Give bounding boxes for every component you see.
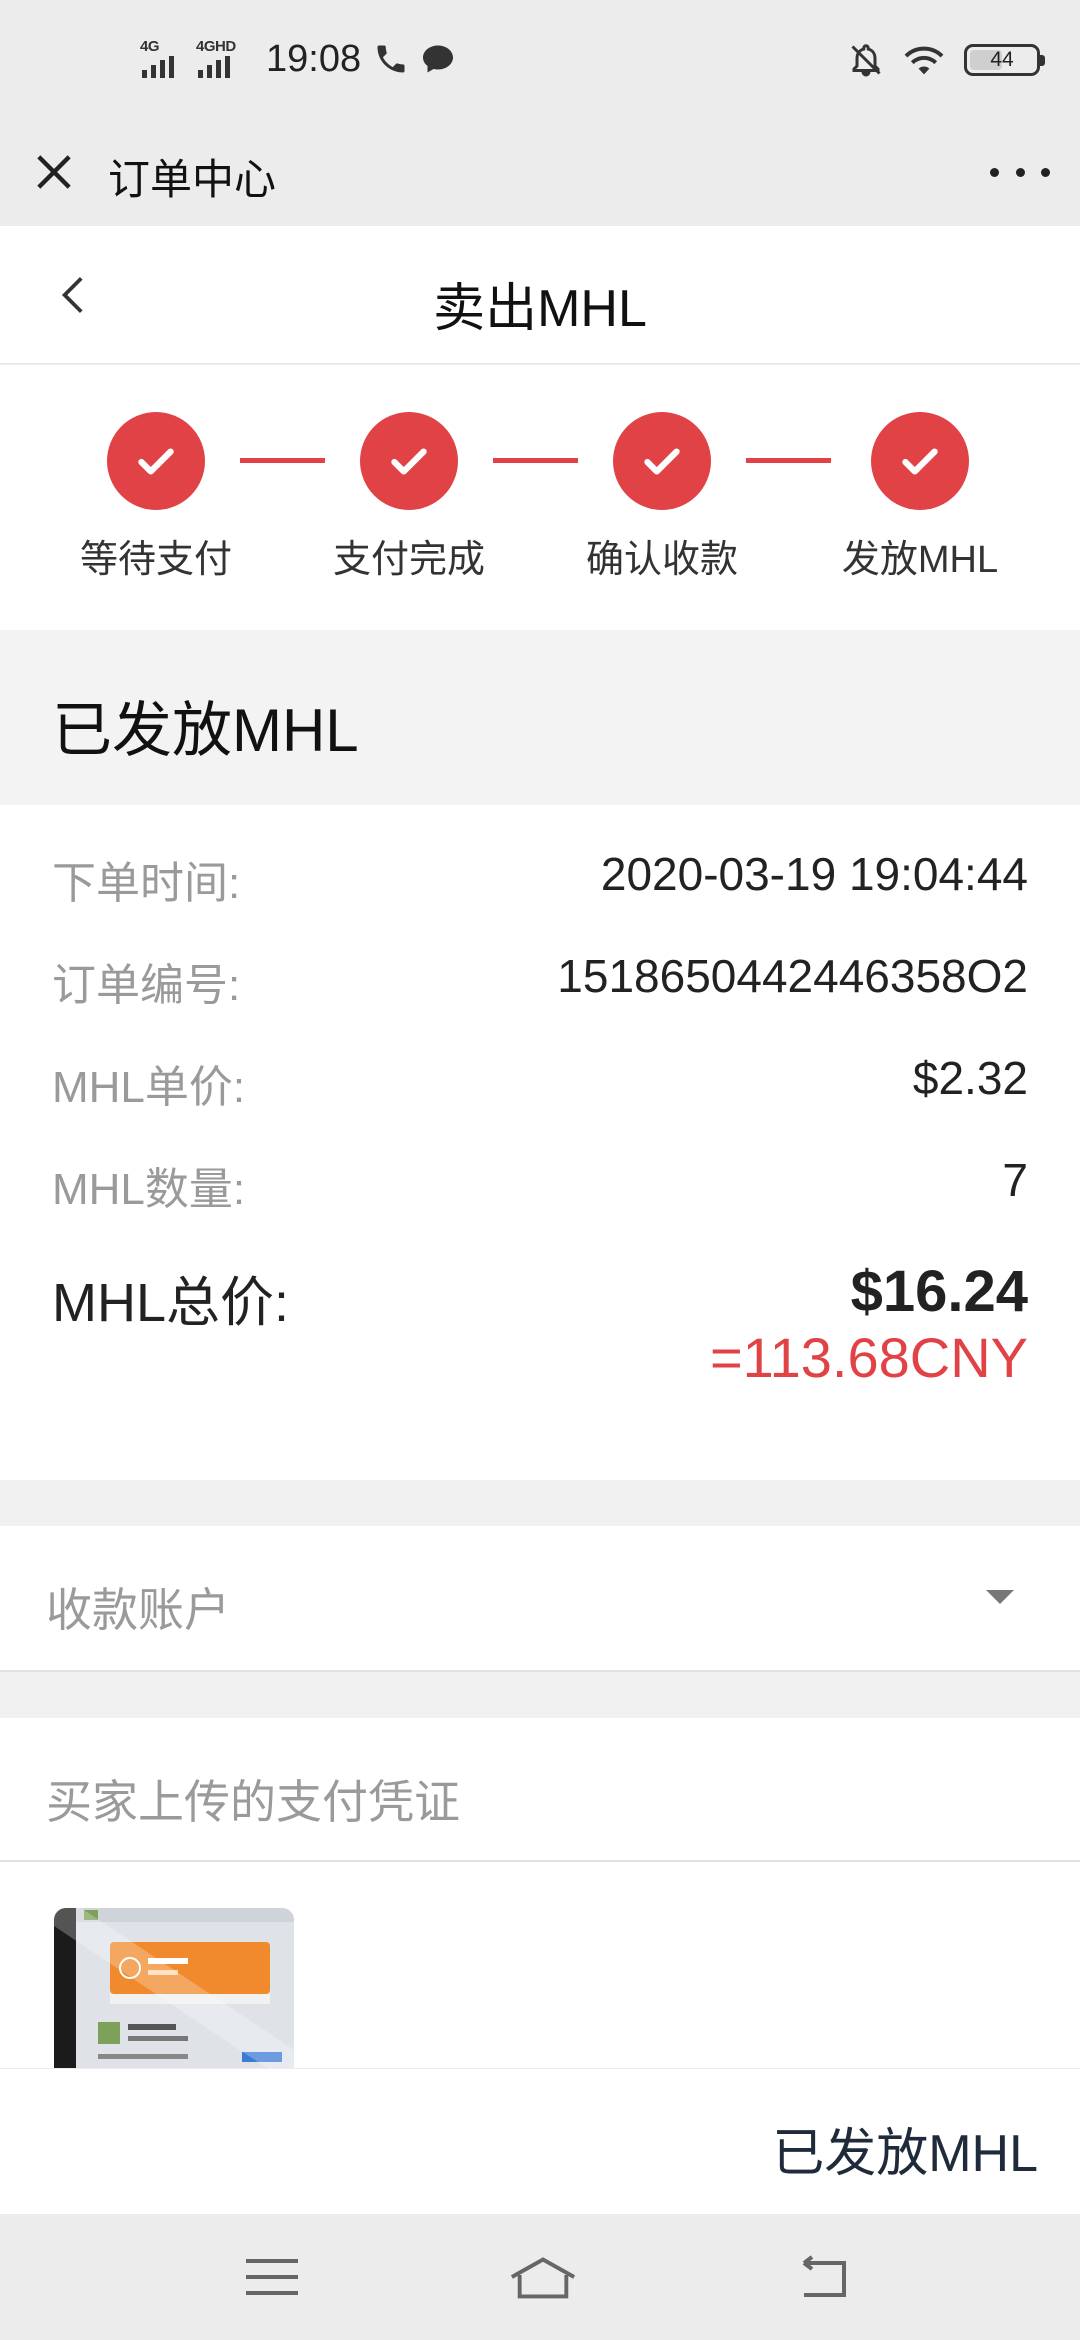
signal-icon: 4G bbox=[140, 38, 186, 80]
payee-account-label: 收款账户 bbox=[46, 1584, 230, 1636]
unit-price-row: MHL单价: $2.32 bbox=[52, 1051, 1028, 1112]
message-icon bbox=[423, 45, 454, 73]
order-id-label: 订单编号: bbox=[52, 961, 241, 1010]
order-status-title: 已发放MHL bbox=[52, 697, 359, 764]
bottom-action-bar: 已发放MHL bbox=[0, 2068, 1080, 2214]
signal-icon: 4GHD bbox=[196, 38, 250, 80]
status-bar: 4G 4GHD 19:08 44 bbox=[0, 0, 1080, 120]
battery-level: 44 bbox=[990, 48, 1014, 71]
quantity-value: 7 bbox=[1002, 1154, 1028, 1206]
step-label: 发放MHL bbox=[841, 539, 999, 581]
order-progress-steps: 等待支付 支付完成 确认收款 发放MHL bbox=[0, 365, 1080, 630]
phone-call-icon bbox=[377, 45, 405, 73]
step-confirm-receipt: 确认收款 bbox=[562, 412, 762, 583]
released-mhl-button[interactable]: 已发放MHL bbox=[772, 2111, 1038, 2186]
payment-proof-thumbnail[interactable] bbox=[54, 1908, 294, 2068]
home-icon[interactable] bbox=[508, 2252, 578, 2302]
app-bar: 订单中心 bbox=[0, 120, 1080, 226]
app-bar-title: 订单中心 bbox=[108, 156, 277, 203]
unit-price-label: MHL单价: bbox=[52, 1063, 246, 1112]
order-time-label: 下单时间: bbox=[52, 859, 241, 908]
step-label: 确认收款 bbox=[585, 539, 738, 581]
chevron-down-icon[interactable] bbox=[986, 1590, 1014, 1604]
close-icon[interactable] bbox=[28, 146, 80, 198]
system-navigation-bar bbox=[0, 2214, 1080, 2340]
back-icon[interactable] bbox=[792, 2252, 852, 2302]
check-icon bbox=[107, 412, 205, 510]
order-status-section: 已发放MHL bbox=[0, 630, 1080, 805]
step-waiting-payment: 等待支付 bbox=[56, 412, 256, 583]
page-header: 卖出MHL bbox=[0, 226, 1080, 364]
order-id-row: 订单编号: 1518650442446358O2 bbox=[52, 949, 1028, 1010]
network-type-2: 4GHD bbox=[196, 38, 236, 55]
menu-icon[interactable] bbox=[242, 2252, 302, 2302]
battery-icon: 44 bbox=[964, 44, 1045, 76]
quantity-label: MHL数量: bbox=[52, 1165, 246, 1214]
clock: 19:08 bbox=[266, 37, 362, 80]
page-title: 卖出MHL bbox=[433, 280, 647, 338]
total-label: MHL总价: bbox=[52, 1273, 290, 1333]
order-time-row: 下单时间: 2020-03-19 19:04:44 bbox=[52, 847, 1028, 908]
check-icon bbox=[360, 412, 458, 510]
order-details: 下单时间: 2020-03-19 19:04:44 订单编号: 15186504… bbox=[0, 805, 1080, 1480]
total-cny-value: =113.68CNY bbox=[709, 1326, 1028, 1389]
order-id-value: 1518650442446358O2 bbox=[557, 950, 1028, 1002]
order-time-value: 2020-03-19 19:04:44 bbox=[600, 848, 1028, 900]
network-type-1: 4G bbox=[140, 38, 160, 55]
payment-proof-section: 买家上传的支付凭证 bbox=[0, 1718, 1080, 1862]
total-row: MHL总价: $16.24 bbox=[52, 1258, 1028, 1333]
payment-proof-label: 买家上传的支付凭证 bbox=[46, 1776, 460, 1828]
total-value: $16.24 bbox=[850, 1259, 1028, 1324]
payee-account-section[interactable]: 收款账户 bbox=[0, 1526, 1080, 1672]
bell-off-icon bbox=[851, 44, 881, 77]
check-icon bbox=[871, 412, 969, 510]
payment-proof-area bbox=[0, 1862, 1080, 2068]
step-payment-complete: 支付完成 bbox=[309, 412, 509, 583]
wifi-icon bbox=[904, 46, 944, 75]
step-label: 支付完成 bbox=[332, 539, 485, 581]
quantity-row: MHL数量: 7 bbox=[52, 1153, 1028, 1214]
step-label: 等待支付 bbox=[79, 539, 232, 581]
more-options-icon[interactable] bbox=[990, 146, 1050, 198]
check-icon bbox=[613, 412, 711, 510]
step-release-mhl: 发放MHL bbox=[820, 412, 1020, 583]
unit-price-value: $2.32 bbox=[912, 1052, 1028, 1104]
